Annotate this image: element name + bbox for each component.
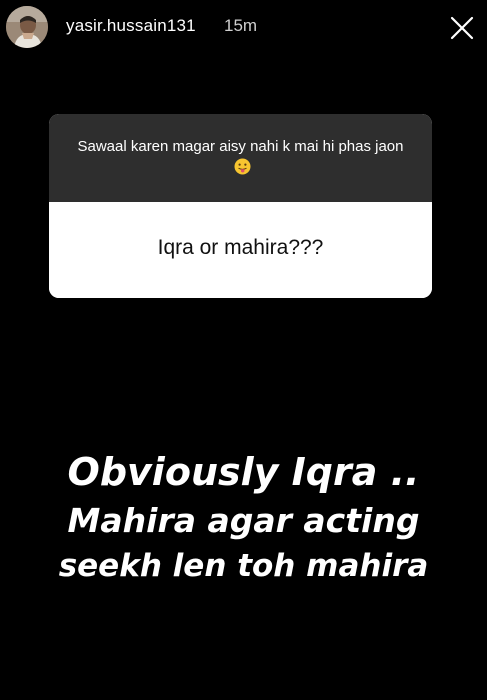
reply-line-2: Mahira agar acting bbox=[67, 501, 420, 540]
reply-line-3: seekh len toh mahira bbox=[58, 548, 429, 584]
story-reply-text: Obviously Iqra .. Mahira agar acting see… bbox=[0, 446, 487, 588]
tongue-out-emoji-icon bbox=[234, 158, 251, 175]
question-sticker: Sawaal karen magar aisy nahi k mai hi ph… bbox=[49, 114, 432, 298]
close-icon bbox=[450, 16, 474, 40]
close-button[interactable] bbox=[446, 12, 478, 44]
question-prompt-area: Sawaal karen magar aisy nahi k mai hi ph… bbox=[49, 114, 432, 202]
question-answer-text: Iqra or mahira??? bbox=[157, 236, 324, 259]
story-header: yasir.hussain131 15m bbox=[0, 0, 487, 58]
username[interactable]: yasir.hussain131 bbox=[66, 16, 196, 36]
question-prompt-text: Sawaal karen magar aisy nahi k mai hi ph… bbox=[77, 138, 404, 155]
question-prompt: Sawaal karen magar aisy nahi k mai hi ph… bbox=[69, 136, 412, 178]
post-timestamp: 15m bbox=[224, 16, 258, 35]
question-answer-area: Iqra or mahira??? bbox=[49, 202, 432, 298]
reply-line-1: Obviously Iqra .. bbox=[67, 450, 420, 494]
avatar-photo-icon bbox=[6, 6, 48, 48]
user-avatar[interactable] bbox=[6, 6, 48, 48]
